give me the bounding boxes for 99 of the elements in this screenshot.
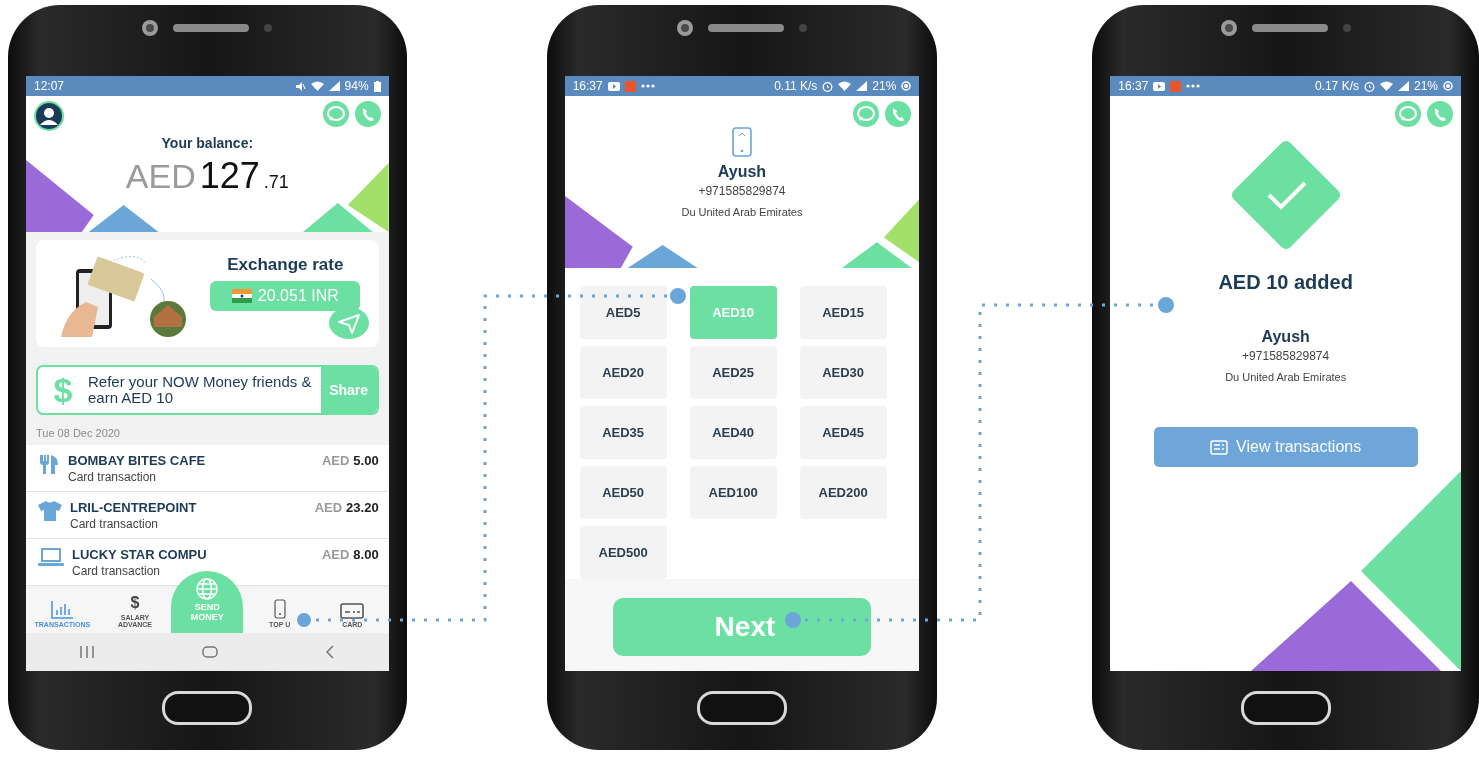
exchange-rate-value: 20.051 INR	[257, 286, 339, 305]
amount-option[interactable]: AED100	[689, 466, 777, 519]
alarm-icon	[1363, 80, 1375, 92]
amount-currency: AED	[321, 547, 350, 562]
wifi-icon	[310, 81, 324, 91]
amount-option[interactable]: AED15	[799, 286, 887, 339]
sensor-icon	[1341, 23, 1352, 33]
alarm-icon	[822, 80, 834, 92]
contact-name: Ayush	[717, 163, 767, 181]
play-icon	[607, 81, 620, 91]
transaction-type: Card transaction	[70, 517, 160, 531]
phone-call-icon[interactable]	[1427, 101, 1453, 127]
referral-text: Refer your NOW Money friends & earn AED 10	[88, 371, 313, 408]
camera-icon	[1219, 19, 1238, 37]
sensor-icon	[797, 23, 808, 33]
amount-option[interactable]: AED200	[799, 466, 887, 519]
recent-apps-icon[interactable]	[79, 646, 96, 658]
camera-icon	[675, 19, 694, 37]
signal-icon	[856, 81, 868, 91]
date-heading: Tue 08 Dec 2020	[35, 426, 121, 441]
balance-amount: 127	[199, 155, 260, 197]
network-speed: 0.11 K/s	[774, 79, 818, 93]
balance-decimals: .71	[263, 172, 289, 193]
balance-currency: AED	[125, 157, 196, 196]
chat-icon[interactable]	[322, 101, 349, 127]
signal-icon	[328, 81, 340, 91]
mobile-phone-icon	[731, 127, 752, 157]
merchant-name: BOMBAY BITES CAFE	[68, 453, 207, 468]
exchange-rate-title: Exchange rate	[227, 254, 344, 275]
receipt-icon	[1210, 439, 1229, 455]
home-icon[interactable]	[202, 646, 219, 658]
status-time: 16:37	[1118, 79, 1149, 93]
dollar-icon: $	[38, 367, 88, 413]
balance-label: Your balance:	[160, 135, 255, 151]
laptop-icon	[38, 547, 64, 567]
back-icon[interactable]	[325, 645, 336, 659]
app-icon	[624, 80, 636, 92]
amount-option[interactable]: AED50	[579, 466, 667, 519]
phone-call-icon[interactable]	[885, 101, 912, 127]
t-shirt-icon	[38, 500, 62, 522]
transaction-row[interactable]: BOMBAY BITES CAFE Card transaction AED 5.00	[26, 445, 389, 492]
chat-icon[interactable]	[853, 101, 880, 127]
bar-chart-icon	[51, 601, 74, 619]
fork-knife-icon	[38, 453, 60, 475]
send-icon[interactable]	[328, 307, 369, 339]
merchant-name: LRIL-CENTREPOINT	[70, 500, 198, 515]
phone-call-icon[interactable]	[354, 101, 381, 127]
amount-option[interactable]: AED5	[579, 286, 667, 339]
status-time: 16:37	[572, 79, 603, 93]
ring-icon	[901, 81, 912, 91]
battery-level: 21%	[1413, 79, 1438, 93]
contact-phone: +971585829874	[1242, 349, 1330, 363]
app-icon	[1170, 80, 1182, 92]
signal-icon	[1397, 81, 1409, 91]
amount-option[interactable]: AED45	[799, 406, 887, 459]
wifi-icon	[1379, 81, 1393, 91]
wifi-icon	[838, 81, 852, 91]
mobile-phone-icon	[273, 599, 286, 619]
amount-option[interactable]: AED20	[579, 346, 667, 399]
battery-level: 21%	[872, 79, 897, 93]
home-button[interactable]	[162, 691, 253, 725]
status-time: 12:07	[34, 79, 65, 93]
camera-icon	[141, 19, 160, 37]
avatar-icon[interactable]	[34, 101, 64, 131]
transaction-type: Card transaction	[68, 470, 158, 484]
card-icon	[340, 603, 365, 619]
transaction-amount: 23.20	[346, 500, 379, 515]
battery-level: 94%	[344, 79, 369, 93]
contact-phone: +971585829874	[698, 184, 786, 198]
transaction-amount: 8.00	[353, 547, 379, 562]
chat-icon[interactable]	[1395, 101, 1421, 127]
amount-option[interactable]: AED25	[689, 346, 777, 399]
ring-icon	[1443, 81, 1453, 91]
play-icon	[1153, 81, 1166, 91]
confirmation-message: AED 10 added	[1218, 271, 1353, 294]
contact-name: Ayush	[1261, 328, 1310, 346]
more-icon	[640, 84, 655, 88]
network-speed: 0.17 K/s	[1314, 79, 1359, 93]
merchant-name: LUCKY STAR COMPU	[72, 547, 208, 562]
amount-currency: AED	[314, 500, 343, 515]
amount-option[interactable]: AED30	[799, 346, 887, 399]
amount-option[interactable]: AED500	[579, 526, 667, 579]
carrier-name: Du United Arab Emirates	[1225, 371, 1347, 383]
battery-icon	[373, 80, 381, 92]
amount-option[interactable]: AED40	[689, 406, 777, 459]
transaction-row[interactable]: LRIL-CENTREPOINT Card transaction AED 23.20	[26, 492, 389, 539]
amount-currency: AED	[321, 453, 350, 468]
flag-icon	[231, 288, 252, 303]
globe-icon	[195, 577, 220, 601]
amount-option[interactable]: AED35	[579, 406, 667, 459]
mute-icon	[294, 80, 306, 92]
home-button[interactable]	[1240, 691, 1331, 725]
more-icon	[1186, 84, 1201, 88]
home-button[interactable]	[696, 691, 787, 725]
sensor-icon	[263, 23, 274, 33]
transaction-type: Card transaction	[72, 564, 162, 578]
transaction-row[interactable]: LUCKY STAR COMPU Card transaction AED 8.00	[26, 539, 389, 586]
transaction-amount: 5.00	[353, 453, 379, 468]
carrier-name: Du United Arab Emirates	[681, 206, 803, 218]
